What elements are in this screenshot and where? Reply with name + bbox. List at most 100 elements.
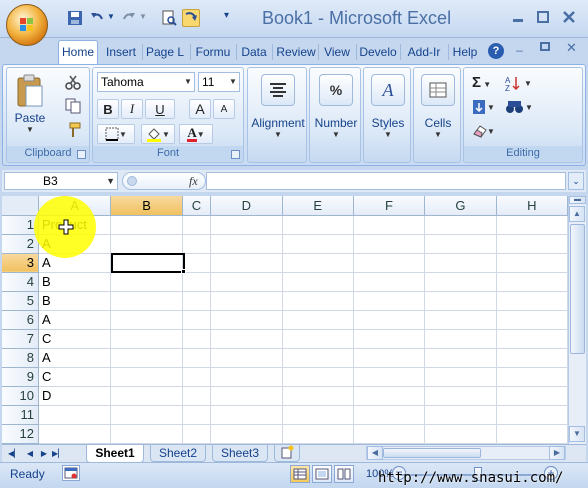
cell-f11[interactable] <box>353 405 426 425</box>
cell-b7[interactable] <box>110 329 183 349</box>
column-header-b[interactable]: B <box>110 196 183 216</box>
help-icon[interactable]: ? <box>488 43 504 59</box>
cell-d9[interactable] <box>210 367 283 387</box>
last-sheet-icon[interactable]: ▶▏ <box>52 447 64 461</box>
cell-c12[interactable] <box>182 424 212 444</box>
cell-f7[interactable] <box>353 329 426 349</box>
font-size-dropdown-icon[interactable]: ▼ <box>227 73 239 91</box>
cell-g4[interactable] <box>424 272 497 292</box>
row-header[interactable]: 5 <box>2 291 40 311</box>
row-header[interactable]: 8 <box>2 348 40 368</box>
italic-button[interactable]: I <box>121 99 143 119</box>
cell-e1[interactable] <box>282 215 354 235</box>
paste-dropdown-icon[interactable]: ▼ <box>11 125 49 134</box>
cell-g5[interactable] <box>424 291 497 311</box>
cell-f2[interactable] <box>353 234 426 254</box>
cell-b6[interactable] <box>110 310 183 330</box>
horizontal-scroll-thumb[interactable] <box>383 448 481 458</box>
cell-a9[interactable]: C <box>38 367 112 387</box>
font-name-combo[interactable]: Tahoma ▼ <box>97 72 195 92</box>
cell-d4[interactable] <box>210 272 283 292</box>
macro-button[interactable] <box>182 9 200 27</box>
scroll-up-icon[interactable]: ▲ <box>569 206 585 222</box>
cell-c6[interactable] <box>182 310 212 330</box>
insert-sheet-button[interactable] <box>274 445 300 462</box>
column-header-c[interactable]: C <box>182 196 212 216</box>
vertical-scroll-thumb[interactable] <box>570 224 585 354</box>
redo-button[interactable] <box>120 9 138 27</box>
scroll-down-icon[interactable]: ▼ <box>569 426 585 442</box>
cell-h12[interactable] <box>496 424 568 444</box>
cell-f5[interactable] <box>353 291 426 311</box>
sheet-tab-sheet2[interactable]: Sheet2 <box>150 445 206 462</box>
cell-d12[interactable] <box>210 424 283 444</box>
copy-icon[interactable] <box>65 98 83 114</box>
tab-page-layout[interactable]: Page L <box>144 41 186 63</box>
font-size-combo[interactable]: 11 ▼ <box>198 72 240 92</box>
alignment-button[interactable]: Alignment ▼ <box>250 74 306 139</box>
cell-g3[interactable] <box>424 253 497 273</box>
workbook-close-icon[interactable]: ✕ <box>566 40 577 56</box>
cell-g6[interactable] <box>424 310 497 330</box>
bold-button[interactable]: B <box>97 99 119 119</box>
cell-d5[interactable] <box>210 291 283 311</box>
row-header[interactable]: 2 <box>2 234 40 254</box>
horizontal-scrollbar[interactable]: ◀ ▶ <box>366 446 566 460</box>
clear-button[interactable]: ▼ <box>472 122 496 140</box>
cell-a6[interactable]: A <box>38 310 112 330</box>
row-header[interactable]: 9 <box>2 367 40 387</box>
undo-button[interactable] <box>88 9 106 27</box>
row-header[interactable]: 4 <box>2 272 40 292</box>
find-select-button[interactable]: ▼ <box>504 98 534 116</box>
tab-data[interactable]: Data <box>238 41 270 63</box>
cell-a4[interactable]: B <box>38 272 112 292</box>
cell-c5[interactable] <box>182 291 212 311</box>
cell-a7[interactable]: C <box>38 329 112 349</box>
cell-b5[interactable] <box>110 291 183 311</box>
cell-e3[interactable] <box>282 253 354 273</box>
select-all-corner[interactable] <box>2 196 40 216</box>
grow-font-button[interactable]: A <box>189 99 211 119</box>
autosum-button[interactable]: Σ ▼ <box>472 74 491 91</box>
normal-view-button[interactable] <box>290 465 310 483</box>
underline-button[interactable]: U <box>145 99 175 119</box>
cell-a11[interactable] <box>38 405 112 425</box>
insert-function-button[interactable]: fx <box>189 174 198 189</box>
cell-b11[interactable] <box>110 405 183 425</box>
column-header-d[interactable]: D <box>210 196 283 216</box>
cell-f6[interactable] <box>353 310 426 330</box>
formula-bar-grip-icon[interactable] <box>127 176 137 186</box>
borders-button[interactable]: ▼ <box>97 124 135 144</box>
fill-color-button[interactable]: ▼ <box>141 124 175 144</box>
cell-c9[interactable] <box>182 367 212 387</box>
next-sheet-icon[interactable]: ▶ <box>38 447 50 461</box>
tab-add-ins[interactable]: Add-Ir <box>402 41 446 63</box>
cell-g10[interactable] <box>424 386 497 406</box>
cell-g11[interactable] <box>424 405 497 425</box>
styles-button[interactable]: A Styles ▼ <box>366 74 410 139</box>
cell-c7[interactable] <box>182 329 212 349</box>
cell-g2[interactable] <box>424 234 497 254</box>
cell-c8[interactable] <box>182 348 212 368</box>
cell-h9[interactable] <box>496 367 568 387</box>
cell-g7[interactable] <box>424 329 497 349</box>
cell-e10[interactable] <box>282 386 354 406</box>
cell-h2[interactable] <box>496 234 568 254</box>
ribbon-restore-icon[interactable] <box>540 42 550 51</box>
cell-h10[interactable] <box>496 386 568 406</box>
row-header[interactable]: 3 <box>2 253 40 273</box>
cell-d3[interactable] <box>210 253 283 273</box>
cell-b9[interactable] <box>110 367 183 387</box>
prev-sheet-icon[interactable]: ◀ <box>24 447 36 461</box>
cell-f10[interactable] <box>353 386 426 406</box>
column-header-g[interactable]: G <box>424 196 497 216</box>
cell-b8[interactable] <box>110 348 183 368</box>
cell-h11[interactable] <box>496 405 568 425</box>
column-header-e[interactable]: E <box>282 196 354 216</box>
cell-e11[interactable] <box>282 405 354 425</box>
cell-f8[interactable] <box>353 348 426 368</box>
minimize-button[interactable] <box>507 8 529 26</box>
scroll-left-icon[interactable]: ◀ <box>367 446 383 460</box>
cells-button[interactable]: Cells ▼ <box>416 74 460 139</box>
cell-h4[interactable] <box>496 272 568 292</box>
